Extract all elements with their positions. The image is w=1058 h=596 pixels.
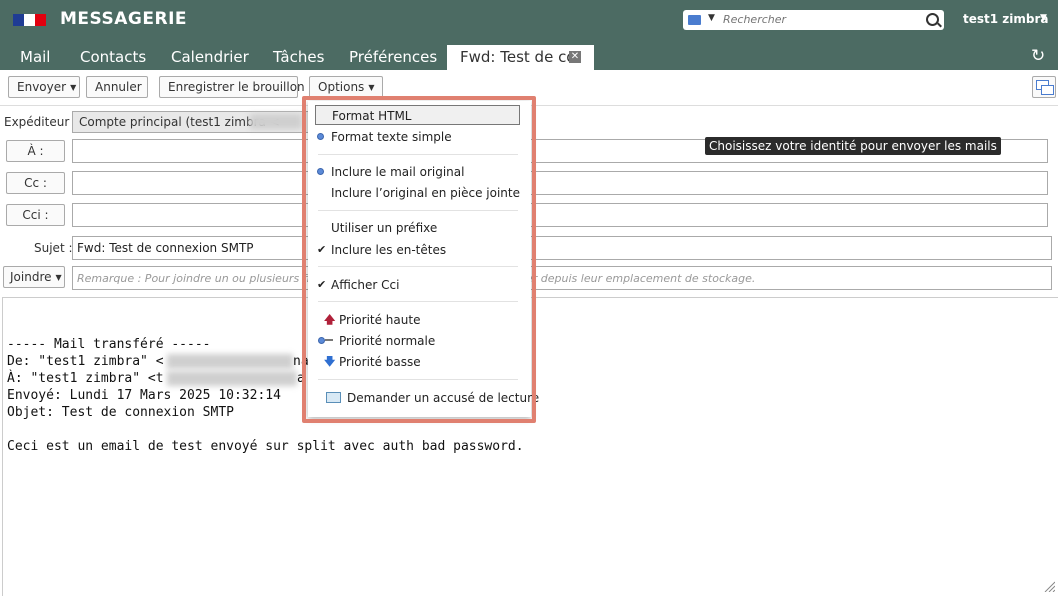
attach-note-left: Remarque : Pour joindre un ou plusieurs … bbox=[77, 272, 326, 285]
forward-subject: Objet: Test de connexion SMTP bbox=[7, 405, 234, 420]
tab-compose-label: Fwd: Test de co bbox=[460, 48, 576, 66]
options-button[interactable]: Options ▼ bbox=[309, 76, 383, 98]
tab-mail[interactable]: Mail bbox=[20, 48, 50, 66]
chevron-down-icon: ▼ bbox=[368, 83, 375, 92]
chevron-down-icon[interactable]: ▼ bbox=[1040, 13, 1047, 23]
identity-tooltip: Choisissez votre identité pour envoyer l… bbox=[705, 137, 1001, 155]
forward-sent: Envoyé: Lundi 17 Mars 2025 10:32:14 bbox=[7, 388, 281, 403]
tab-contacts[interactable]: Contacts bbox=[80, 48, 146, 66]
user-menu[interactable]: test1 zimbra bbox=[963, 12, 1049, 26]
bcc-field[interactable] bbox=[72, 203, 1048, 227]
close-icon[interactable]: ✕ bbox=[569, 51, 581, 63]
attach-note-right: er depuis leur emplacement de stockage. bbox=[526, 272, 756, 285]
tab-tasks[interactable]: Tâches bbox=[273, 48, 324, 66]
forward-to: À: "test1 zimbra" <t bbox=[7, 371, 164, 386]
cc-field[interactable] bbox=[72, 171, 1048, 195]
detach-window-icon[interactable] bbox=[1032, 76, 1056, 98]
app-title: MESSAGERIE bbox=[60, 9, 188, 29]
redacted-to bbox=[167, 371, 297, 386]
chevron-down-icon: ▼ bbox=[55, 273, 62, 282]
forward-text: Ceci est un email de test envoyé sur spl… bbox=[7, 439, 524, 454]
subject-label: Sujet : bbox=[34, 241, 73, 255]
options-label: Options bbox=[318, 80, 365, 94]
attach-note-field: Remarque : Pour joindre un ou plusieurs … bbox=[72, 266, 1052, 290]
subject-field[interactable]: Fwd: Test de connexion SMTP bbox=[72, 236, 1052, 260]
forward-from: De: "test1 zimbra" < bbox=[7, 354, 164, 369]
search-box[interactable]: ▼ bbox=[683, 10, 944, 30]
mail-icon[interactable] bbox=[688, 15, 701, 25]
cc-button[interactable]: Cc : bbox=[6, 172, 65, 194]
attach-label: Joindre bbox=[10, 270, 52, 284]
bcc-button[interactable]: Cci : bbox=[6, 204, 65, 226]
redacted-email bbox=[250, 114, 302, 129]
forward-header: ----- Mail transféré ----- bbox=[7, 337, 211, 352]
menu-highlight-frame bbox=[302, 96, 536, 423]
send-label: Envoyer bbox=[17, 80, 67, 94]
cancel-button[interactable]: Annuler bbox=[86, 76, 148, 98]
subject-value: Fwd: Test de connexion SMTP bbox=[77, 241, 254, 255]
attach-button[interactable]: Joindre ▼ bbox=[3, 266, 65, 288]
search-icon[interactable] bbox=[926, 13, 939, 26]
resize-handle-icon[interactable] bbox=[1043, 580, 1055, 592]
sender-label: Expéditeur : bbox=[4, 115, 78, 129]
to-button[interactable]: À : bbox=[6, 140, 65, 162]
save-draft-button[interactable]: Enregistrer le brouillon bbox=[159, 76, 305, 98]
search-input[interactable] bbox=[723, 12, 903, 27]
redacted-from bbox=[167, 354, 293, 369]
tab-preferences[interactable]: Préférences bbox=[349, 48, 437, 66]
tab-calendar[interactable]: Calendrier bbox=[171, 48, 249, 66]
chevron-down-icon[interactable]: ▼ bbox=[708, 13, 715, 23]
french-flag-logo bbox=[13, 14, 46, 26]
refresh-icon[interactable]: ↻ bbox=[1031, 46, 1045, 66]
send-button[interactable]: Envoyer ▼ bbox=[8, 76, 80, 98]
chevron-down-icon: ▼ bbox=[70, 83, 77, 92]
